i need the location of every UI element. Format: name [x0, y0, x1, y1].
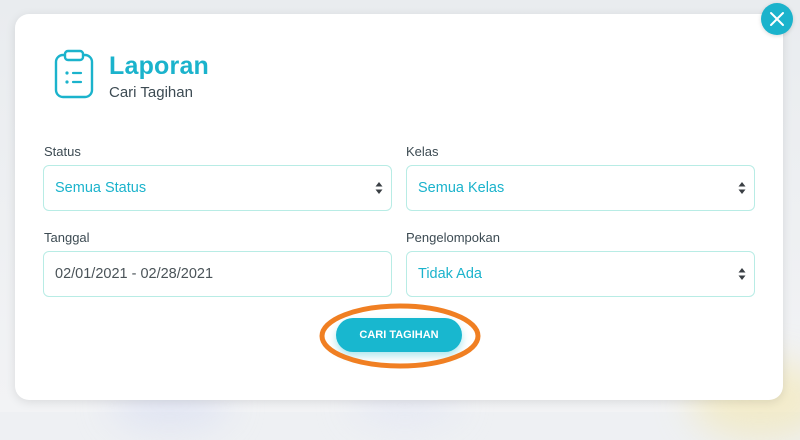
date-range-input[interactable]: 02/01/2021 - 02/28/2021	[43, 251, 392, 297]
sort-caret-icon	[738, 268, 746, 280]
pengelompokan-label: Pengelompokan	[406, 230, 500, 245]
sort-caret-icon	[738, 182, 746, 194]
kelas-label: Kelas	[406, 144, 439, 159]
pengelompokan-select-value: Tidak Ada	[418, 266, 482, 282]
cari-tagihan-button[interactable]: CARI TAGIHAN	[336, 318, 462, 352]
status-select[interactable]: Semua Status	[43, 165, 392, 211]
page-title: Laporan	[109, 52, 210, 80]
close-button[interactable]	[761, 3, 793, 35]
date-range-value: 02/01/2021 - 02/28/2021	[55, 266, 214, 282]
close-icon	[770, 12, 784, 26]
sort-caret-icon	[375, 182, 383, 194]
kelas-select-value: Semua Kelas	[418, 180, 505, 196]
kelas-select[interactable]: Semua Kelas	[406, 165, 755, 211]
status-select-value: Semua Status	[55, 180, 147, 196]
status-label: Status	[44, 144, 81, 159]
pengelompokan-select[interactable]: Tidak Ada	[406, 251, 755, 297]
clipboard-icon	[54, 49, 94, 104]
page-subtitle: Cari Tagihan	[109, 84, 193, 101]
tanggal-label: Tanggal	[44, 230, 90, 245]
